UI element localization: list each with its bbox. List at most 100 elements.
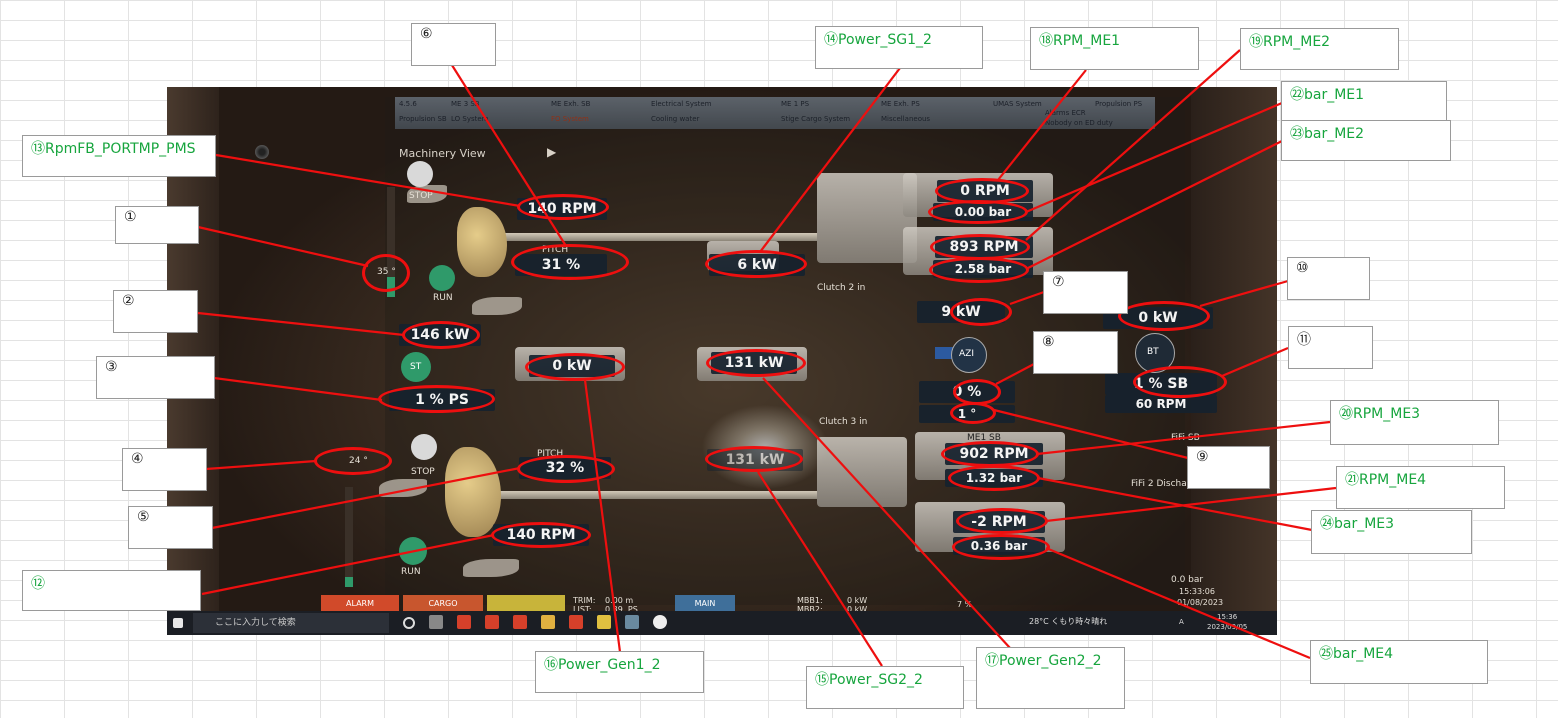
clutch-2-label: Clutch 2 in <box>817 283 866 293</box>
taskbar-date: 2023/09/05 <box>1207 623 1248 631</box>
callout-16: ⑯Power_Gen1_2 <box>535 651 704 693</box>
callout-21: ㉑RPM_ME4 <box>1336 466 1505 509</box>
taskbar-search-input[interactable]: ここに入力して検索 <box>193 613 389 633</box>
run-label: RUN <box>433 293 453 303</box>
tab-item[interactable]: ME 1 PS <box>781 100 809 108</box>
highlight-12 <box>491 522 591 548</box>
highlight-11 <box>1133 366 1227 398</box>
callout-24: ㉔bar_ME3 <box>1311 510 1472 554</box>
callout-18: ⑱RPM_ME1 <box>1030 27 1199 70</box>
highlight-1 <box>362 254 410 292</box>
highlight-17 <box>706 349 806 377</box>
tab-item[interactable]: LO System <box>451 115 489 123</box>
callout-25: ㉕bar_ME4 <box>1310 640 1488 684</box>
app-icon-4[interactable] <box>569 615 583 629</box>
callout-15: ⑮Power_SG2_2 <box>806 666 964 709</box>
gearbox-bottom <box>817 437 907 507</box>
run-button[interactable] <box>429 265 455 291</box>
tab-item[interactable]: ME Exh. SB <box>551 100 590 108</box>
folder-icon[interactable] <box>541 615 555 629</box>
highlight-15 <box>705 446 803 472</box>
callout-19: ⑲RPM_ME2 <box>1240 28 1399 70</box>
callout-10: ⑩ <box>1287 257 1370 300</box>
highlight-10 <box>1118 301 1210 331</box>
highlight-21 <box>956 508 1048 534</box>
app-icon-2[interactable] <box>485 615 499 629</box>
highlight-6 <box>511 244 629 280</box>
run-button-bottom[interactable] <box>399 537 427 565</box>
tab-item[interactable]: Alarms ECR <box>1045 109 1086 117</box>
st-label: ST <box>410 362 422 372</box>
hmi-date: 01/08/2023 <box>1177 598 1224 607</box>
stop-button[interactable] <box>407 161 433 187</box>
azi-label: AZI <box>959 349 974 359</box>
ime-indicator[interactable]: A <box>1179 618 1184 626</box>
highlight-24 <box>948 465 1040 491</box>
tab-item[interactable]: 4.5.6 <box>399 100 417 108</box>
stop-button-bottom[interactable] <box>411 434 437 460</box>
windows-start-icon[interactable] <box>173 618 183 628</box>
windows-taskbar: ここに入力して検索 28°C くもり時々晴れ A 15:36 2023/09/0… <box>167 611 1277 635</box>
highlight-4 <box>314 447 392 475</box>
tab-item[interactable]: FO System <box>551 115 589 123</box>
media-icon[interactable] <box>653 615 667 629</box>
app-icon-5[interactable] <box>597 615 611 629</box>
highlight-22 <box>928 200 1028 224</box>
taskbar-time: 15:36 <box>1217 613 1238 621</box>
tab-item[interactable]: Miscellaneous <box>881 115 930 123</box>
callout-13: ⑬RpmFB_PORTMP_PMS <box>22 135 216 177</box>
tab-item[interactable]: Electrical System <box>651 100 712 108</box>
callout-3: ③ <box>96 356 215 399</box>
tab-item[interactable]: Propulsion SB <box>399 115 447 123</box>
bolt-icon <box>255 145 269 159</box>
tab-item[interactable]: ME 3 SB <box>451 100 480 108</box>
tab-item[interactable]: ME Exh. PS <box>881 100 920 108</box>
system-tab-bar[interactable]: 4.5.6 ME 3 SB ME Exh. SB Electrical Syst… <box>395 97 1155 129</box>
weather-widget[interactable]: 28°C くもり時々晴れ <box>1029 616 1107 627</box>
callout-7: ⑦ <box>1043 271 1128 314</box>
callout-12: ⑫ <box>22 570 201 611</box>
app-icon-6[interactable] <box>625 615 639 629</box>
tab-item[interactable]: Cooling water <box>651 115 699 123</box>
run-label-bottom: RUN <box>401 567 421 577</box>
cortana-icon[interactable] <box>403 617 415 629</box>
page-title: Machinery View <box>399 147 486 160</box>
highlight-9 <box>950 402 996 424</box>
rudder-bottom <box>379 479 427 497</box>
gearbox-top <box>817 173 917 263</box>
fifi-sb-label: FiFi SB <box>1171 433 1200 443</box>
bt-label: BT <box>1147 347 1159 357</box>
stop-label-bottom: STOP <box>411 467 435 477</box>
callout-4: ④ <box>122 448 207 491</box>
app-icon-3[interactable] <box>513 615 527 629</box>
status-pct: 7 % <box>957 600 973 609</box>
next-page-icon[interactable]: ▶ <box>547 145 556 159</box>
highlight-5 <box>517 455 615 483</box>
tab-item[interactable]: Propulsion PS <box>1095 100 1142 108</box>
monitor-frame-right <box>1191 87 1277 635</box>
highlight-14 <box>705 250 807 278</box>
tab-item[interactable]: Nobody on ED duty <box>1045 119 1113 127</box>
highlight-13 <box>517 194 609 220</box>
highlight-3 <box>378 385 495 413</box>
callout-20: ⑳RPM_ME3 <box>1330 400 1499 445</box>
callout-8: ⑧ <box>1033 331 1118 374</box>
highlight-8 <box>953 379 1001 405</box>
highlight-2 <box>402 321 480 349</box>
tab-item[interactable]: UMAS System <box>993 100 1042 108</box>
callout-17: ⑰Power_Gen2_2 <box>976 647 1125 709</box>
callout-1: ① <box>115 206 199 244</box>
pitch-gauge-bottom <box>345 487 353 587</box>
app-icon-1[interactable] <box>457 615 471 629</box>
tab-item[interactable]: Stige Cargo System <box>781 115 850 123</box>
rudder-bottom-2 <box>463 559 519 577</box>
callout-11: ⑪ <box>1288 326 1373 369</box>
stop-label: STOP <box>409 191 433 201</box>
shaft-top <box>477 233 817 241</box>
highlight-16 <box>525 353 625 381</box>
callout-23: ㉓bar_ME2 <box>1281 120 1451 161</box>
rudder-top-2 <box>472 297 522 315</box>
task-view-icon[interactable] <box>429 615 443 629</box>
bt-rpm-readout: 60 RPM <box>1105 395 1217 413</box>
clutch-3-label: Clutch 3 in <box>819 417 868 427</box>
